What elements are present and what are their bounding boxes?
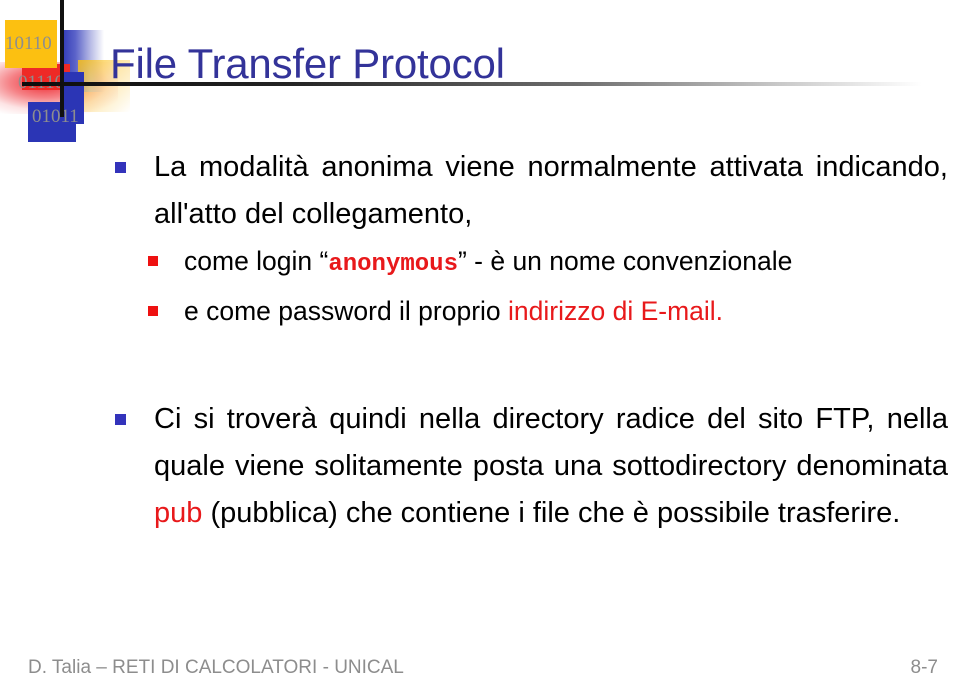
bullet-item-1-text: La modalità anonima viene normalmente at… bbox=[154, 151, 948, 230]
bullet-item-4-text-before: Ci si troverà quindi nella directory rad… bbox=[154, 403, 948, 482]
bullet-item-2-highlight: anonymous bbox=[328, 251, 458, 278]
footer-attribution: D. Talia – RETI DI CALCOLATORI - UNICAL bbox=[28, 657, 404, 678]
slide-title: File Transfer Protocol bbox=[110, 40, 505, 88]
slide-body: La modalità anonima viene normalmente at… bbox=[112, 144, 948, 537]
bullet-square-icon bbox=[148, 256, 158, 266]
bullet-item-3-text-before: e come password il proprio bbox=[184, 296, 509, 326]
bullet-item-2: come login “anonymous” - è un nome conve… bbox=[112, 238, 948, 288]
bullet-item-3-highlight: indirizzo di E-mail. bbox=[508, 296, 724, 326]
bullet-square-icon bbox=[115, 162, 126, 173]
bullet-square-icon bbox=[148, 306, 158, 316]
logo-binary-line-3: 01011 bbox=[32, 106, 79, 127]
footer-page-number: 8-7 bbox=[910, 657, 938, 678]
bullet-item-4: Ci si troverà quindi nella directory rad… bbox=[112, 396, 948, 537]
vertical-rule bbox=[60, 0, 64, 117]
logo-binary-line-1: 10110 bbox=[5, 33, 52, 54]
bullet-item-2-text-before: come login “ bbox=[184, 246, 329, 276]
bullet-item-1: La modalità anonima viene normalmente at… bbox=[112, 144, 948, 238]
bullet-item-2-text-after: ” - è un nome convenzionale bbox=[457, 246, 793, 276]
bullet-item-3: e come password il proprio indirizzo di … bbox=[112, 288, 948, 334]
bullet-square-icon bbox=[115, 414, 126, 425]
slide-canvas: 10110 01110 01011 File Transfer Protocol… bbox=[0, 0, 960, 691]
bullet-item-4-text-after: (pubblica) che contiene i file che è pos… bbox=[202, 497, 901, 529]
bullet-item-4-highlight: pub bbox=[154, 497, 203, 529]
